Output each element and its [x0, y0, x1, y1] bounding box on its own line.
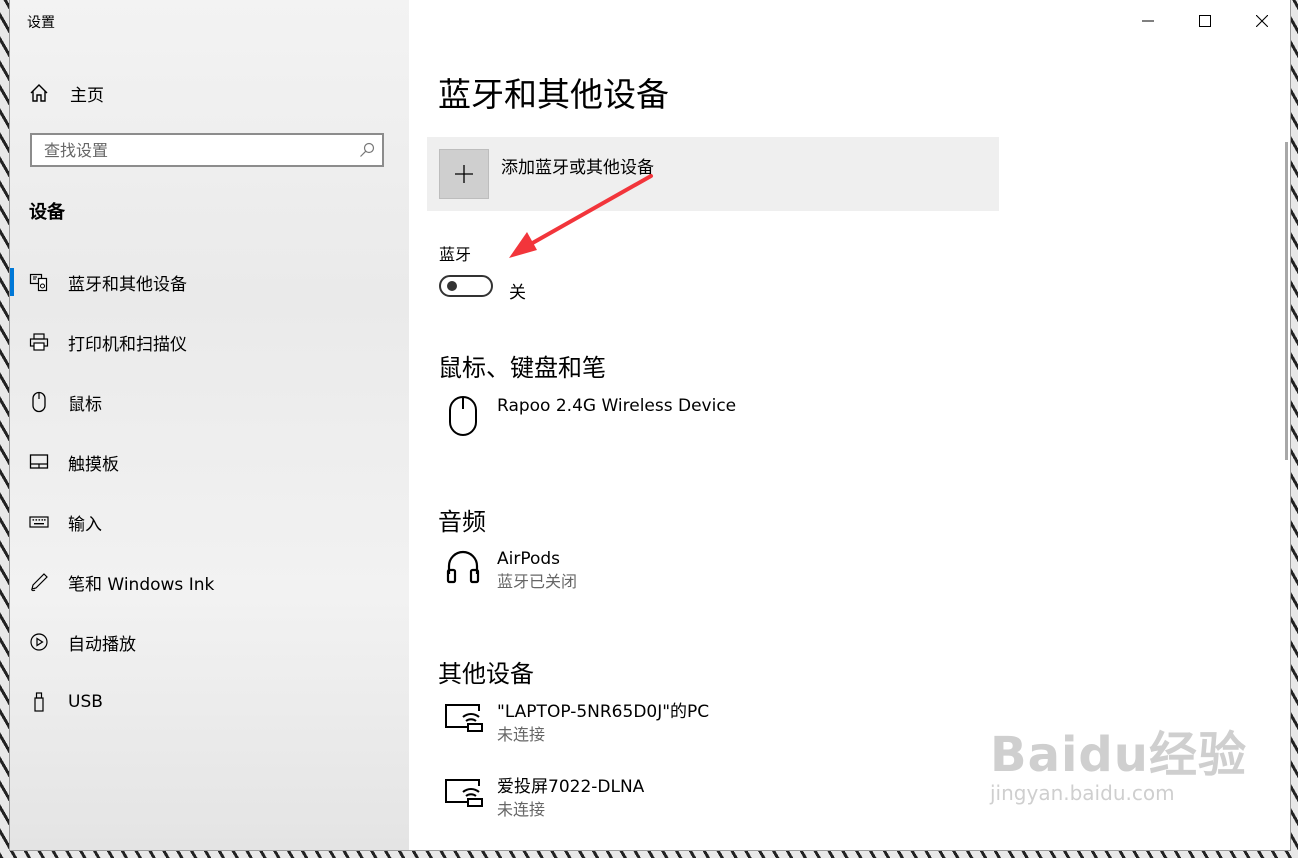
device-name: AirPods	[497, 549, 561, 569]
device-name: 爱投屏7022-DLNA	[497, 777, 645, 797]
search-input[interactable]	[32, 139, 352, 161]
home-icon	[28, 82, 50, 104]
bluetooth-devices-icon	[28, 271, 50, 293]
home-link[interactable]: 主页	[28, 80, 104, 106]
group-title-other-devices: 其他设备	[438, 660, 534, 688]
settings-window: 设置 主页 设备 蓝牙和其他设备	[10, 0, 1290, 850]
sidebar-item-pen[interactable]: 笔和 Windows Ink	[10, 552, 409, 612]
bluetooth-state-label: 关	[509, 283, 526, 303]
wireless-display-icon	[443, 701, 483, 747]
maximize-icon	[1198, 12, 1211, 31]
window-controls	[1119, 0, 1290, 42]
add-device-button[interactable]: 添加蓝牙或其他设备	[427, 137, 999, 211]
sidebar-item-mouse[interactable]: 鼠标	[10, 372, 409, 432]
sidebar-item-label: 鼠标	[68, 394, 102, 415]
minimize-icon	[1141, 12, 1154, 31]
sidebar-item-usb[interactable]: USB	[10, 672, 409, 732]
wireless-display-icon	[443, 776, 483, 822]
add-device-label: 添加蓝牙或其他设备	[501, 158, 654, 178]
sidebar-item-label: 输入	[68, 514, 102, 535]
device-status: 未连接	[497, 725, 546, 744]
close-icon	[1255, 12, 1268, 31]
sidebar-item-label: USB	[68, 692, 103, 712]
plus-icon	[439, 149, 489, 199]
sidebar-item-bluetooth[interactable]: 蓝牙和其他设备	[10, 252, 409, 312]
device-item[interactable]: 爱投屏7022-DLNA 未连接	[443, 776, 644, 822]
sidebar-item-typing[interactable]: 输入	[10, 492, 409, 552]
group-title-audio: 音频	[438, 508, 486, 536]
sidebar-item-printers[interactable]: 打印机和扫描仪	[10, 312, 409, 372]
mouse-icon	[443, 395, 483, 437]
main-panel: 蓝牙和其他设备 添加蓝牙或其他设备 蓝牙 关 鼠标、键盘和笔 Rapoo 2.4…	[409, 0, 1290, 850]
device-status: 未连接	[497, 800, 546, 819]
printer-icon	[28, 331, 50, 353]
sidebar-item-label: 蓝牙和其他设备	[68, 274, 187, 295]
device-item[interactable]: Rapoo 2.4G Wireless Device	[443, 395, 736, 437]
search-box[interactable]	[30, 133, 384, 167]
close-button[interactable]	[1233, 0, 1290, 42]
scrollbar[interactable]	[1285, 142, 1288, 460]
mouse-icon	[28, 391, 50, 413]
section-title: 设备	[29, 202, 65, 223]
sidebar-item-label: 自动播放	[68, 634, 136, 655]
window-title: 设置	[27, 15, 55, 31]
bluetooth-toggle[interactable]	[439, 275, 493, 297]
minimize-button[interactable]	[1119, 0, 1176, 42]
maximize-button[interactable]	[1176, 0, 1233, 42]
group-title-input-devices: 鼠标、键盘和笔	[438, 354, 606, 382]
keyboard-icon	[28, 511, 50, 533]
toggle-knob	[447, 281, 457, 291]
device-name: "LAPTOP-5NR65D0J"的PC	[497, 702, 710, 722]
sidebar: 设置 主页 设备 蓝牙和其他设备	[10, 0, 409, 850]
usb-icon	[28, 691, 50, 713]
sidebar-item-autoplay[interactable]: 自动播放	[10, 612, 409, 672]
home-label: 主页	[70, 85, 104, 106]
search-icon[interactable]	[352, 142, 382, 158]
page-title: 蓝牙和其他设备	[438, 75, 669, 114]
touchpad-icon	[28, 451, 50, 473]
device-status: 蓝牙已关闭	[497, 572, 578, 591]
device-item[interactable]: AirPods 蓝牙已关闭	[443, 548, 577, 594]
sidebar-nav: 蓝牙和其他设备 打印机和扫描仪 鼠标 触摸板 输入 笔和 Windows Ink…	[10, 252, 409, 732]
headphones-icon	[443, 548, 483, 594]
sidebar-item-label: 打印机和扫描仪	[68, 334, 187, 355]
sidebar-item-label: 触摸板	[68, 454, 119, 475]
bluetooth-label: 蓝牙	[439, 245, 472, 264]
sidebar-item-label: 笔和 Windows Ink	[68, 574, 215, 595]
device-name: Rapoo 2.4G Wireless Device	[497, 396, 737, 416]
pen-icon	[28, 571, 50, 593]
autoplay-icon	[28, 631, 50, 653]
device-item[interactable]: "LAPTOP-5NR65D0J"的PC 未连接	[443, 701, 709, 747]
sidebar-item-touchpad[interactable]: 触摸板	[10, 432, 409, 492]
